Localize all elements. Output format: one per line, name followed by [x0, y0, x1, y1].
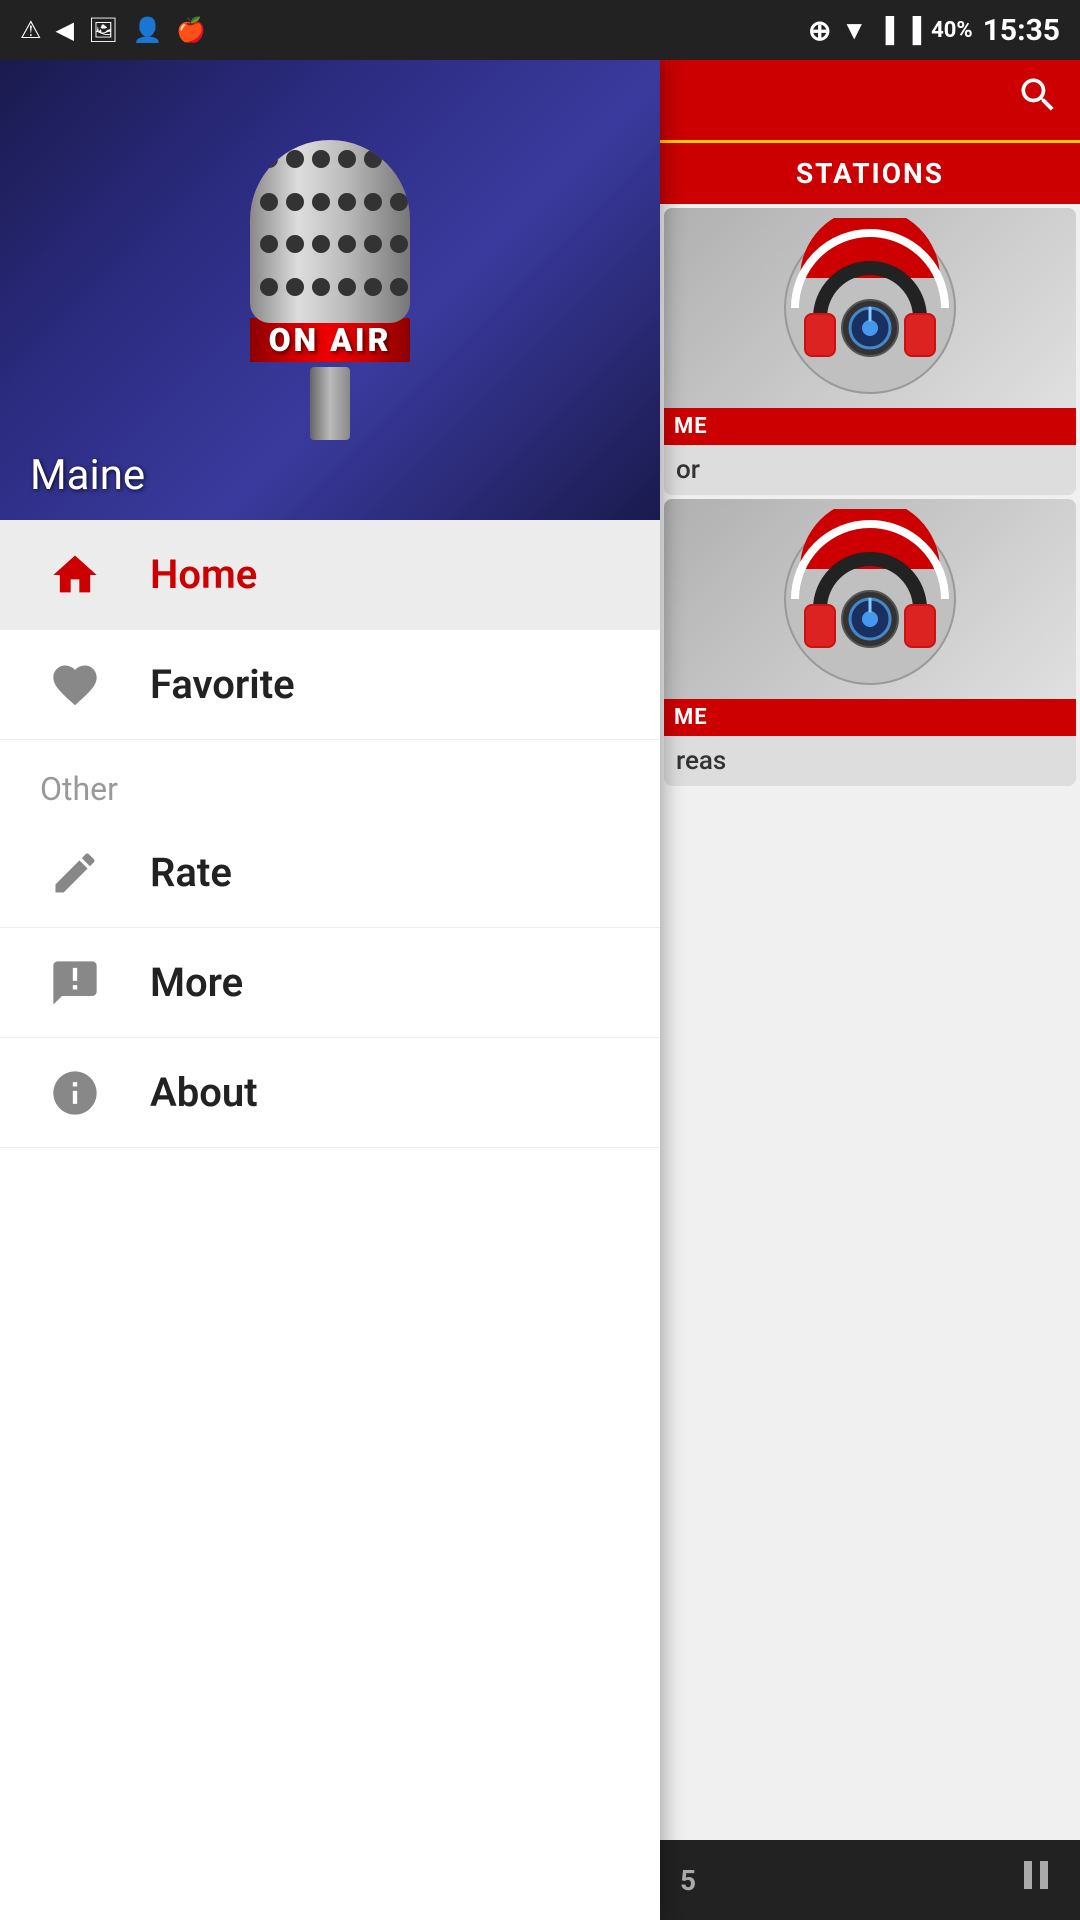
- mic-body: ON AIR: [230, 140, 430, 440]
- station-card-2[interactable]: ME reas: [664, 499, 1076, 786]
- mic-hole: [260, 278, 278, 296]
- mic-band: ON AIR: [250, 318, 410, 362]
- right-panel: STATIONS: [660, 60, 1080, 1920]
- menu-section: Home Favorite Other: [0, 520, 660, 1920]
- sidebar-item-more[interactable]: More: [0, 928, 660, 1038]
- mic-hole: [364, 278, 382, 296]
- about-label: About: [150, 1069, 258, 1116]
- apple-icon: 🍎: [176, 16, 206, 44]
- hero-banner: ON AIR Maine: [0, 60, 660, 520]
- hero-location-text: Maine: [30, 451, 145, 500]
- more-label: More: [150, 959, 243, 1006]
- image-icon: 🖼: [88, 16, 118, 44]
- wifi-icon: ▼: [841, 15, 867, 46]
- favorite-label: Favorite: [150, 661, 295, 708]
- mic-hole: [312, 235, 330, 253]
- station-1-info: or: [664, 445, 1076, 495]
- mic-hole: [338, 150, 356, 168]
- mic-hole: [338, 193, 356, 211]
- status-icons-right: ⊕ ▼ ▐ ▐ 40% 15:35: [808, 13, 1060, 48]
- station-2-label: ME: [664, 699, 1076, 736]
- more-icon: [40, 948, 110, 1018]
- mic-hole: [312, 278, 330, 296]
- mic-handle: [310, 367, 350, 440]
- user-icon: 👤: [132, 16, 162, 44]
- mic-hole: [390, 278, 408, 296]
- mic-hole: [286, 235, 304, 253]
- sidebar-item-about[interactable]: About: [0, 1038, 660, 1148]
- mic-hole: [260, 193, 278, 211]
- mic-hole: [364, 193, 382, 211]
- station-card-1[interactable]: ME or: [664, 208, 1076, 495]
- on-air-text: ON AIR: [269, 321, 392, 359]
- sidebar-item-home[interactable]: Home: [0, 520, 660, 630]
- mic-hole: [338, 235, 356, 253]
- add-circle-icon: ⊕: [808, 14, 831, 47]
- battery-indicator: 40%: [931, 18, 973, 43]
- main-container: ON AIR Maine Home: [0, 60, 1080, 1920]
- signal-icon: ▐: [877, 16, 894, 45]
- mic-hole: [390, 193, 408, 211]
- mic-hole: [260, 150, 278, 168]
- track-number: 5: [680, 1864, 696, 1897]
- home-label: Home: [150, 551, 257, 598]
- home-icon: [40, 540, 110, 610]
- station-1-label: ME: [664, 408, 1076, 445]
- alert-icon: ⚠: [20, 16, 42, 44]
- station-card-image-1: [664, 208, 1076, 408]
- bottom-player-bar: 5: [660, 1840, 1080, 1920]
- station-card-image-2: [664, 499, 1076, 699]
- rate-label: Rate: [150, 849, 232, 896]
- navigation-drawer: ON AIR Maine Home: [0, 60, 660, 1920]
- clock: 15:35: [983, 13, 1060, 48]
- pause-button[interactable]: [1012, 1851, 1060, 1910]
- about-icon: [40, 1058, 110, 1128]
- mic-hole: [286, 193, 304, 211]
- mic-hole: [312, 150, 330, 168]
- sidebar-item-rate[interactable]: Rate: [0, 818, 660, 928]
- stations-list: ME or: [660, 204, 1080, 1840]
- back-icon: ◀: [56, 16, 74, 44]
- signal2-icon: ▐: [904, 16, 921, 45]
- rate-icon: [40, 838, 110, 908]
- right-header: [660, 60, 1080, 140]
- mic-hole: [390, 150, 408, 168]
- sidebar-item-favorite[interactable]: Favorite: [0, 630, 660, 740]
- mic-hole: [390, 235, 408, 253]
- mic-hole: [286, 150, 304, 168]
- status-bar: ⚠ ◀ 🖼 👤 🍎 ⊕ ▼ ▐ ▐ 40% 15:35: [0, 0, 1080, 60]
- mic-hole: [364, 235, 382, 253]
- mic-hole: [364, 150, 382, 168]
- stations-title: STATIONS: [796, 157, 944, 190]
- stations-header: STATIONS: [660, 140, 1080, 204]
- mic-hole: [312, 193, 330, 211]
- other-section-header: Other: [0, 740, 660, 818]
- mic-hole: [338, 278, 356, 296]
- status-icons-left: ⚠ ◀ 🖼 👤 🍎: [20, 16, 206, 44]
- mic-holes: [260, 150, 400, 313]
- mic-hole: [260, 235, 278, 253]
- heart-icon: [40, 650, 110, 720]
- mic-hole: [286, 278, 304, 296]
- search-icon[interactable]: [1016, 73, 1060, 128]
- mic-head: [250, 140, 410, 323]
- station-2-info: reas: [664, 736, 1076, 786]
